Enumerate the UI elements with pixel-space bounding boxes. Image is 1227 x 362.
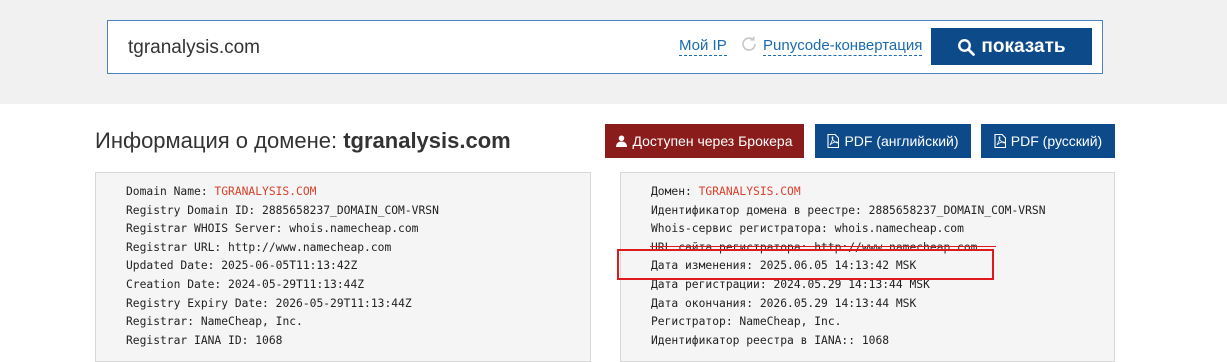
whois-english-rows: Domain Name: TGRANALYSIS.COM Registry Dom… [126, 183, 439, 350]
whois-label: Регистратор: [651, 315, 740, 329]
whois-row: Creation Date: 2024-05-29T11:13:44Z [126, 276, 439, 295]
whois-value: http://www.namecheap.com [228, 240, 392, 254]
my-ip-link[interactable]: Мой IP [679, 37, 727, 56]
whois-value: whois.namecheap.com [834, 222, 964, 236]
whois-label: Идентификатор домена в реестре: [651, 203, 869, 217]
pdf-english-button[interactable]: PDF (английский) [815, 124, 971, 158]
search-input[interactable] [128, 35, 648, 61]
punycode-link[interactable]: Punycode-конвертация [763, 37, 923, 56]
whois-value: TGRANALYSIS.COM [214, 185, 317, 198]
annotation-highlight-box [617, 249, 994, 280]
whois-row: Регистратор: NameCheap, Inc. [651, 313, 1046, 332]
annotation-strike-line [650, 246, 996, 247]
whois-value: whois.namecheap.com [289, 222, 419, 236]
whois-row: Идентификатор реестра в IANA:: 1068 [651, 332, 1046, 351]
whois-row: Registrar: NameCheap, Inc. [126, 313, 439, 332]
search-band: Мой IP Punycode-конвертация показать [0, 0, 1227, 104]
whois-row: Домен: TGRANALYSIS.COM [651, 183, 1046, 202]
whois-value: 2024-05-29T11:13:44Z [228, 277, 365, 291]
whois-label: Registrar: [126, 315, 201, 329]
pdf-russian-button[interactable]: PDF (русский) [981, 124, 1115, 158]
whois-row: Domain Name: TGRANALYSIS.COM [126, 183, 439, 202]
whois-value: NameCheap, Inc. [200, 315, 303, 329]
whois-row: Registrar URL: http://www.namecheap.com [126, 239, 439, 258]
whois-value: TGRANALYSIS.COM [698, 185, 801, 198]
show-button[interactable]: показать [931, 28, 1092, 65]
whois-value: NameCheap, Inc. [739, 315, 842, 329]
broker-button-label: Доступен через Брокера [632, 133, 793, 149]
pdf-english-label: PDF (английский) [844, 133, 959, 149]
title-domain: tgranalysis.com [343, 128, 511, 153]
whois-label: Registrar URL: [126, 240, 229, 254]
whois-value: 2885658237_DOMAIN_COM-VRSN [868, 203, 1046, 217]
whois-row: Registrar WHOIS Server: whois.namecheap.… [126, 220, 439, 239]
whois-label: Domain Name: [126, 185, 215, 198]
whois-label: Updated Date: [126, 259, 222, 273]
show-button-label: показать [981, 35, 1066, 57]
whois-value: 2885658237_DOMAIN_COM-VRSN [262, 203, 439, 217]
pdf-icon [827, 134, 840, 148]
refresh-icon [742, 36, 756, 51]
pdf-russian-label: PDF (русский) [1010, 133, 1103, 149]
search-box: Мой IP Punycode-конвертация показать [107, 20, 1103, 74]
whois-value: 1068 [255, 333, 283, 347]
whois-row: Registrar IANA ID: 1068 [126, 332, 439, 351]
whois-label: Registrar IANA ID: [126, 333, 256, 347]
whois-label: Registry Expiry Date: [126, 296, 276, 310]
whois-row: Registry Expiry Date: 2026-05-29T11:13:4… [126, 295, 439, 314]
whois-row: Дата окончания: 2026.05.29 14:13:44 MSK [651, 295, 1046, 314]
whois-value: 2025-06-05T11:13:42Z [221, 259, 358, 273]
whois-value: 1068 [861, 333, 890, 347]
whois-row: Updated Date: 2025-06-05T11:13:42Z [126, 257, 439, 276]
whois-english-panel: Domain Name: TGRANALYSIS.COM Registry Dom… [95, 172, 591, 362]
whois-label: Registrar WHOIS Server: [126, 222, 290, 236]
whois-label: Домен: [651, 185, 699, 198]
whois-label: Whois-сервис регистратора: [651, 222, 835, 236]
whois-row: Registry Domain ID: 2885658237_DOMAIN_CO… [126, 202, 439, 221]
title-prefix: Информация о домене: [95, 128, 344, 153]
whois-row: Идентификатор домена в реестре: 28856582… [651, 202, 1046, 221]
whois-label: Creation Date: [126, 277, 229, 291]
whois-value: 2026-05-29T11:13:44Z [275, 296, 412, 310]
broker-button[interactable]: Доступен через Брокера [605, 124, 804, 158]
whois-label: Идентификатор реестра в IANA:: [651, 333, 862, 347]
whois-label: Дата окончания: [651, 296, 760, 310]
whois-label: Registry Domain ID: [126, 203, 263, 217]
whois-value: 2026.05.29 14:13:44 MSK [759, 296, 917, 310]
page-title: Информация о домене: tgranalysis.com [95, 128, 511, 154]
search-icon [958, 38, 976, 56]
user-icon [616, 135, 628, 147]
whois-row: Whois-сервис регистратора: whois.nameche… [651, 220, 1046, 239]
pdf-icon [994, 134, 1006, 148]
